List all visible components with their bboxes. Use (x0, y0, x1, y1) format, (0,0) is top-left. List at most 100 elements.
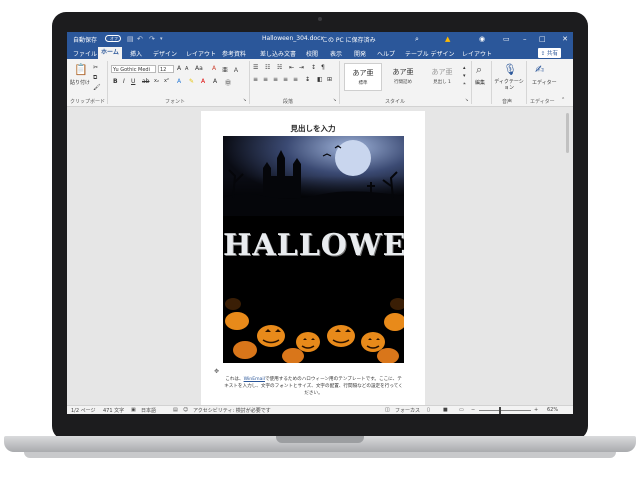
copy-icon[interactable]: ⧉ (93, 74, 97, 82)
char-shading-icon[interactable]: A (213, 78, 217, 85)
styles-scroll-down-icon[interactable]: ▾ (463, 73, 466, 79)
user-icon[interactable]: ◉ (479, 35, 485, 43)
sort-icon[interactable]: ↕ (311, 64, 316, 71)
align-left-icon[interactable]: ≡ (253, 76, 258, 83)
table-move-handle-icon[interactable]: ✥ (214, 368, 220, 375)
cut-icon[interactable]: ✂ (93, 64, 98, 71)
paragraph-dialog-launcher-icon[interactable]: ↘ (333, 97, 336, 102)
char-border-icon[interactable]: Ａ (233, 65, 239, 74)
increase-indent-icon[interactable]: ⇥ (299, 64, 304, 71)
tab-review[interactable]: 校閲 (306, 49, 318, 58)
focus-icon[interactable]: ◫ (385, 407, 390, 413)
tab-file[interactable]: ファイル (73, 49, 97, 58)
accessibility-icon[interactable]: ☺ (183, 407, 188, 413)
clear-format-icon[interactable]: A (212, 65, 216, 72)
underline-icon[interactable]: U (131, 78, 135, 85)
body-link[interactable]: WinEmail (244, 377, 265, 382)
justify-icon[interactable]: ≡ (283, 76, 288, 83)
tab-table-design[interactable]: テーブル デザイン (405, 49, 455, 58)
align-center-icon[interactable]: ≡ (263, 76, 268, 83)
close-icon[interactable]: ✕ (557, 32, 573, 46)
tab-table-layout[interactable]: レイアウト (462, 49, 492, 58)
editor-label[interactable]: エディター (532, 79, 557, 86)
zoom-in-icon[interactable]: + (534, 407, 538, 413)
strikethrough-icon[interactable]: ab (142, 78, 150, 85)
subscript-icon[interactable]: x₂ (154, 78, 159, 84)
decrease-indent-icon[interactable]: ⇤ (289, 64, 294, 71)
minimize-icon[interactable]: – (523, 35, 527, 43)
italic-icon[interactable]: I (123, 78, 125, 85)
style-normal[interactable]: あア亜 標準 (344, 63, 382, 91)
document-heading[interactable]: 見出しを入力 (201, 123, 425, 134)
zoom-slider[interactable] (479, 410, 531, 411)
font-size-box[interactable]: 12 (158, 65, 174, 73)
print-layout-icon[interactable]: ■ (443, 407, 448, 413)
highlight-icon[interactable]: ✎ (189, 78, 194, 85)
vertical-scrollbar[interactable] (566, 113, 569, 153)
enclose-char-icon[interactable]: ㊥ (225, 78, 231, 87)
distributed-icon[interactable]: ≡ (293, 76, 298, 83)
font-color-icon[interactable]: A (201, 78, 205, 85)
tab-view[interactable]: 表示 (330, 49, 342, 58)
autosave-toggle[interactable]: オフ (105, 35, 121, 42)
focus-label[interactable]: フォーカス (395, 407, 420, 414)
tab-mailings[interactable]: 差し込み文書 (260, 49, 296, 58)
line-spacing-icon[interactable]: ↨ (305, 76, 310, 83)
style-heading-1[interactable]: あア亜 見出し 1 (423, 63, 461, 91)
collapse-ribbon-icon[interactable]: ⌃ (561, 97, 565, 103)
tab-design[interactable]: デザイン (153, 49, 177, 58)
document-page[interactable]: 見出しを入力 HALLOWE ✥ これは、WinEmailで使用するためのハロウ… (201, 111, 425, 405)
web-layout-icon[interactable]: ▭ (459, 407, 464, 413)
zoom-level[interactable]: 62% (547, 407, 558, 413)
phonetic-guide-icon[interactable]: 亜 (222, 65, 228, 74)
borders-icon[interactable]: ⊞ (327, 76, 332, 83)
styles-more-icon[interactable]: ⩡ (463, 81, 466, 87)
styles-dialog-launcher-icon[interactable]: ↘ (465, 97, 468, 102)
bullets-icon[interactable]: ☰ (253, 64, 258, 71)
shrink-font-icon[interactable]: A (185, 66, 188, 72)
halloween-poster-image[interactable]: HALLOWEEN (223, 136, 404, 363)
save-icon[interactable]: ▤ (127, 35, 134, 43)
superscript-icon[interactable]: x² (164, 78, 169, 84)
tab-developer[interactable]: 開発 (354, 49, 366, 58)
search-icon[interactable]: ⌕ (415, 35, 419, 44)
style-no-spacing[interactable]: あア亜 行間詰め (384, 63, 422, 91)
editing-label[interactable]: 編集 (475, 79, 485, 86)
page-count[interactable]: 1/2 ページ (71, 407, 96, 414)
show-marks-icon[interactable]: ¶ (321, 64, 325, 71)
tab-help[interactable]: ヘルプ (377, 49, 395, 58)
find-icon[interactable]: ⌕ (476, 63, 482, 77)
text-predictions-icon[interactable]: ▤ (173, 407, 178, 413)
tab-insert[interactable]: 挿入 (130, 49, 142, 58)
editor-icon[interactable]: ✍ (535, 63, 544, 76)
shading-icon[interactable]: ◧ (317, 76, 323, 83)
zoom-slider-thumb[interactable] (499, 407, 501, 414)
styles-scroll-up-icon[interactable]: ▴ (463, 65, 466, 71)
tab-references[interactable]: 参考資料 (222, 49, 246, 58)
proofing-icon[interactable]: ▣ (131, 407, 136, 413)
paste-label[interactable]: 貼り付け (70, 79, 90, 86)
zoom-out-icon[interactable]: − (471, 407, 475, 413)
read-mode-icon[interactable]: ▯ (427, 407, 430, 413)
tab-layout[interactable]: レイアウト (186, 49, 216, 58)
ribbon-display-icon[interactable]: ▭ (503, 35, 510, 43)
word-count[interactable]: 471 文字 (103, 407, 124, 414)
language-label[interactable]: 日本語 (141, 407, 156, 414)
grow-font-icon[interactable]: A (177, 65, 181, 72)
customize-qat-icon[interactable]: ▾ (160, 36, 163, 42)
multilevel-list-icon[interactable]: ☵ (277, 64, 282, 71)
maximize-icon[interactable]: □ (539, 35, 546, 43)
numbering-icon[interactable]: ☷ (265, 64, 270, 71)
warning-icon[interactable]: ▲ (445, 35, 450, 43)
text-effects-icon[interactable]: A (177, 78, 181, 85)
document-title[interactable]: Halloween_304.docx (262, 35, 324, 42)
bold-icon[interactable]: B (113, 78, 118, 85)
dictate-label[interactable]: ディクテーション (494, 79, 524, 91)
font-dialog-launcher-icon[interactable]: ↘ (243, 97, 246, 102)
font-name-box[interactable]: Yu Gothic Medi (111, 65, 156, 73)
body-paragraph[interactable]: これは、WinEmailで使用するためのハロウィーン用のテンプレートです。ここに… (223, 376, 404, 397)
redo-icon[interactable]: ↷ (149, 35, 155, 43)
align-right-icon[interactable]: ≡ (273, 76, 278, 83)
save-status[interactable]: この PC に保存済み (322, 35, 376, 44)
format-painter-icon[interactable]: 🖌 (93, 84, 101, 91)
